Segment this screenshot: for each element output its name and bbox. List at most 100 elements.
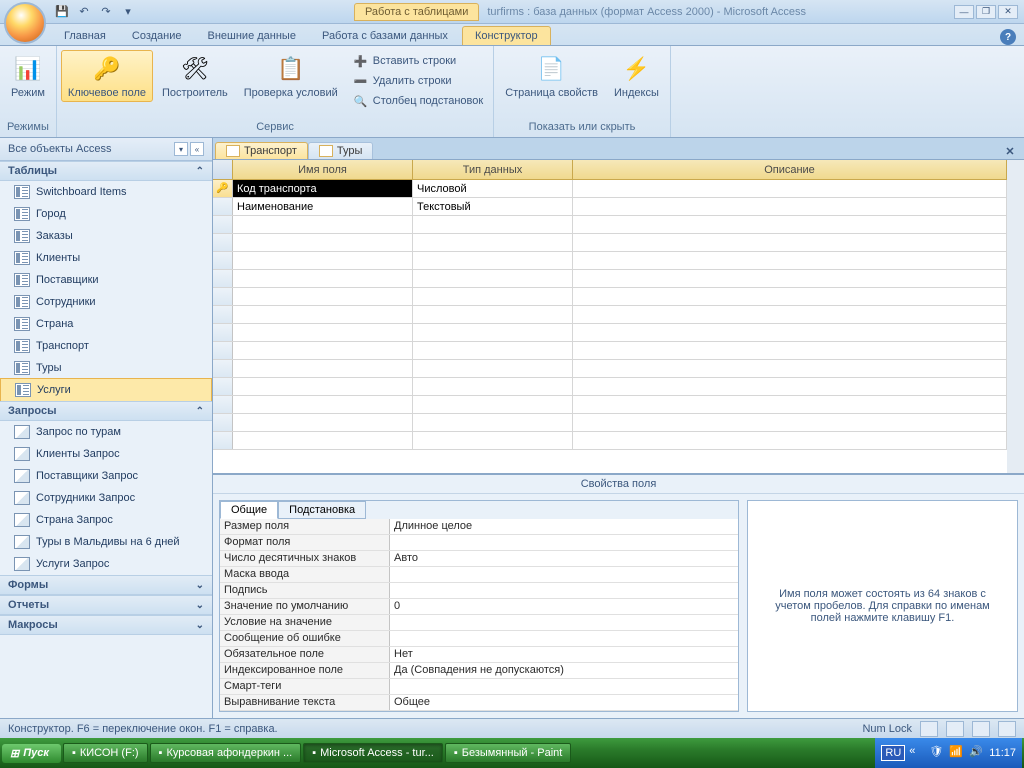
- property-row[interactable]: Формат поля: [220, 535, 738, 551]
- row-selector[interactable]: [213, 432, 233, 449]
- property-value[interactable]: [390, 679, 738, 694]
- field-type-cell[interactable]: Числовой: [413, 180, 573, 197]
- nav-table-item[interactable]: Город: [0, 203, 212, 225]
- row-selector[interactable]: [213, 198, 233, 215]
- builder-button[interactable]: 🛠 Построитель: [155, 50, 235, 102]
- prop-tab-lookup[interactable]: Подстановка: [278, 501, 366, 519]
- restore-button[interactable]: ❐: [976, 5, 996, 19]
- property-row[interactable]: Значение по умолчанию0: [220, 599, 738, 615]
- field-row-empty[interactable]: [213, 234, 1007, 252]
- close-tab-button[interactable]: ✕: [1002, 143, 1018, 159]
- tab-external[interactable]: Внешние данные: [196, 27, 308, 45]
- property-row[interactable]: Размер поляДлинное целое: [220, 519, 738, 535]
- property-row[interactable]: Число десятичных знаковАвто: [220, 551, 738, 567]
- nav-table-item[interactable]: Услуги: [0, 378, 212, 402]
- nav-query-item[interactable]: Поставщики Запрос: [0, 465, 212, 487]
- tab-home[interactable]: Главная: [52, 27, 118, 45]
- help-button[interactable]: ?: [1000, 29, 1016, 45]
- nav-group-reports[interactable]: Отчеты⌄: [0, 595, 212, 615]
- nav-table-item[interactable]: Поставщики: [0, 269, 212, 291]
- field-row-empty[interactable]: [213, 306, 1007, 324]
- insert-rows-button[interactable]: ➕Вставить строки: [349, 52, 487, 70]
- nav-table-item[interactable]: Туры: [0, 357, 212, 379]
- property-row[interactable]: Маска ввода: [220, 567, 738, 583]
- view-pivot-button[interactable]: [946, 721, 964, 737]
- property-value[interactable]: [390, 615, 738, 630]
- property-value[interactable]: [390, 631, 738, 646]
- tab-create[interactable]: Создание: [120, 27, 194, 45]
- nav-header[interactable]: Все объекты Access ▾«: [0, 138, 212, 161]
- nav-query-item[interactable]: Клиенты Запрос: [0, 443, 212, 465]
- lookup-column-button[interactable]: 🔍Столбец подстановок: [349, 92, 487, 110]
- mode-button[interactable]: 📊 Режим: [4, 50, 52, 102]
- language-indicator[interactable]: RU: [881, 745, 905, 761]
- field-row-empty[interactable]: [213, 396, 1007, 414]
- nav-group-forms[interactable]: Формы⌄: [0, 575, 212, 595]
- field-desc-cell[interactable]: [573, 180, 1007, 197]
- select-all-corner[interactable]: [213, 160, 233, 179]
- property-row[interactable]: Подпись: [220, 583, 738, 599]
- field-row-empty[interactable]: [213, 216, 1007, 234]
- taskbar-item[interactable]: ▪Microsoft Access - tur...: [303, 743, 443, 763]
- field-row-empty[interactable]: [213, 378, 1007, 396]
- minimize-button[interactable]: —: [954, 5, 974, 19]
- row-selector[interactable]: [213, 234, 233, 251]
- tab-designer[interactable]: Конструктор: [462, 26, 551, 45]
- nav-query-item[interactable]: Услуги Запрос: [0, 553, 212, 575]
- col-data-type[interactable]: Тип данных: [413, 160, 573, 179]
- property-row[interactable]: Условие на значение: [220, 615, 738, 631]
- nav-collapse-icon[interactable]: «: [190, 142, 204, 156]
- taskbar-item[interactable]: ▪КИСОН (F:): [63, 743, 148, 763]
- nav-group-queries[interactable]: Запросы⌃: [0, 401, 212, 421]
- undo-icon[interactable]: ↶: [76, 4, 92, 20]
- tab-dbtools[interactable]: Работа с базами данных: [310, 27, 460, 45]
- field-row-empty[interactable]: [213, 252, 1007, 270]
- row-selector[interactable]: [213, 288, 233, 305]
- prop-tab-general[interactable]: Общие: [220, 501, 278, 519]
- view-datasheet-button[interactable]: [920, 721, 938, 737]
- qat-customize-icon[interactable]: ▾: [120, 4, 136, 20]
- property-row[interactable]: Сообщение об ошибке: [220, 631, 738, 647]
- row-selector[interactable]: [213, 270, 233, 287]
- property-row[interactable]: Смарт-теги: [220, 679, 738, 695]
- row-selector[interactable]: [213, 306, 233, 323]
- row-selector[interactable]: [213, 324, 233, 341]
- field-name-cell[interactable]: Код транспорта: [233, 180, 413, 197]
- view-design-button[interactable]: [998, 721, 1016, 737]
- row-selector[interactable]: [213, 378, 233, 395]
- field-type-cell[interactable]: Текстовый: [413, 198, 573, 215]
- redo-icon[interactable]: ↷: [98, 4, 114, 20]
- property-value[interactable]: [390, 535, 738, 550]
- tray-security-icon[interactable]: 🛡: [929, 745, 945, 761]
- property-value[interactable]: Авто: [390, 551, 738, 566]
- field-row-empty[interactable]: [213, 342, 1007, 360]
- property-value[interactable]: Длинное целое: [390, 519, 738, 534]
- validation-button[interactable]: 📋 Проверка условий: [237, 50, 345, 102]
- row-selector[interactable]: 🔑: [213, 180, 233, 197]
- field-row-empty[interactable]: [213, 432, 1007, 450]
- primary-key-button[interactable]: 🔑 Ключевое поле: [61, 50, 153, 102]
- field-row-empty[interactable]: [213, 324, 1007, 342]
- field-name-cell[interactable]: Наименование: [233, 198, 413, 215]
- row-selector[interactable]: [213, 414, 233, 431]
- nav-table-item[interactable]: Транспорт: [0, 335, 212, 357]
- col-description[interactable]: Описание: [573, 160, 1007, 179]
- nav-table-item[interactable]: Клиенты: [0, 247, 212, 269]
- field-row[interactable]: НаименованиеТекстовый: [213, 198, 1007, 216]
- property-value[interactable]: Да (Совпадения не допускаются): [390, 663, 738, 678]
- row-selector[interactable]: [213, 342, 233, 359]
- property-row[interactable]: Обязательное полеНет: [220, 647, 738, 663]
- nav-table-item[interactable]: Switchboard Items: [0, 181, 212, 203]
- office-button[interactable]: [4, 2, 46, 44]
- nav-table-item[interactable]: Страна: [0, 313, 212, 335]
- nav-query-item[interactable]: Сотрудники Запрос: [0, 487, 212, 509]
- property-value[interactable]: [390, 567, 738, 582]
- tray-volume-icon[interactable]: 🔊: [969, 745, 985, 761]
- property-value[interactable]: Общее: [390, 695, 738, 710]
- tray-collapse-icon[interactable]: «: [909, 745, 925, 761]
- field-row[interactable]: 🔑Код транспортаЧисловой: [213, 180, 1007, 198]
- field-row-empty[interactable]: [213, 270, 1007, 288]
- property-value[interactable]: Нет: [390, 647, 738, 662]
- property-row[interactable]: Индексированное полеДа (Совпадения не до…: [220, 663, 738, 679]
- delete-rows-button[interactable]: ➖Удалить строки: [349, 72, 487, 90]
